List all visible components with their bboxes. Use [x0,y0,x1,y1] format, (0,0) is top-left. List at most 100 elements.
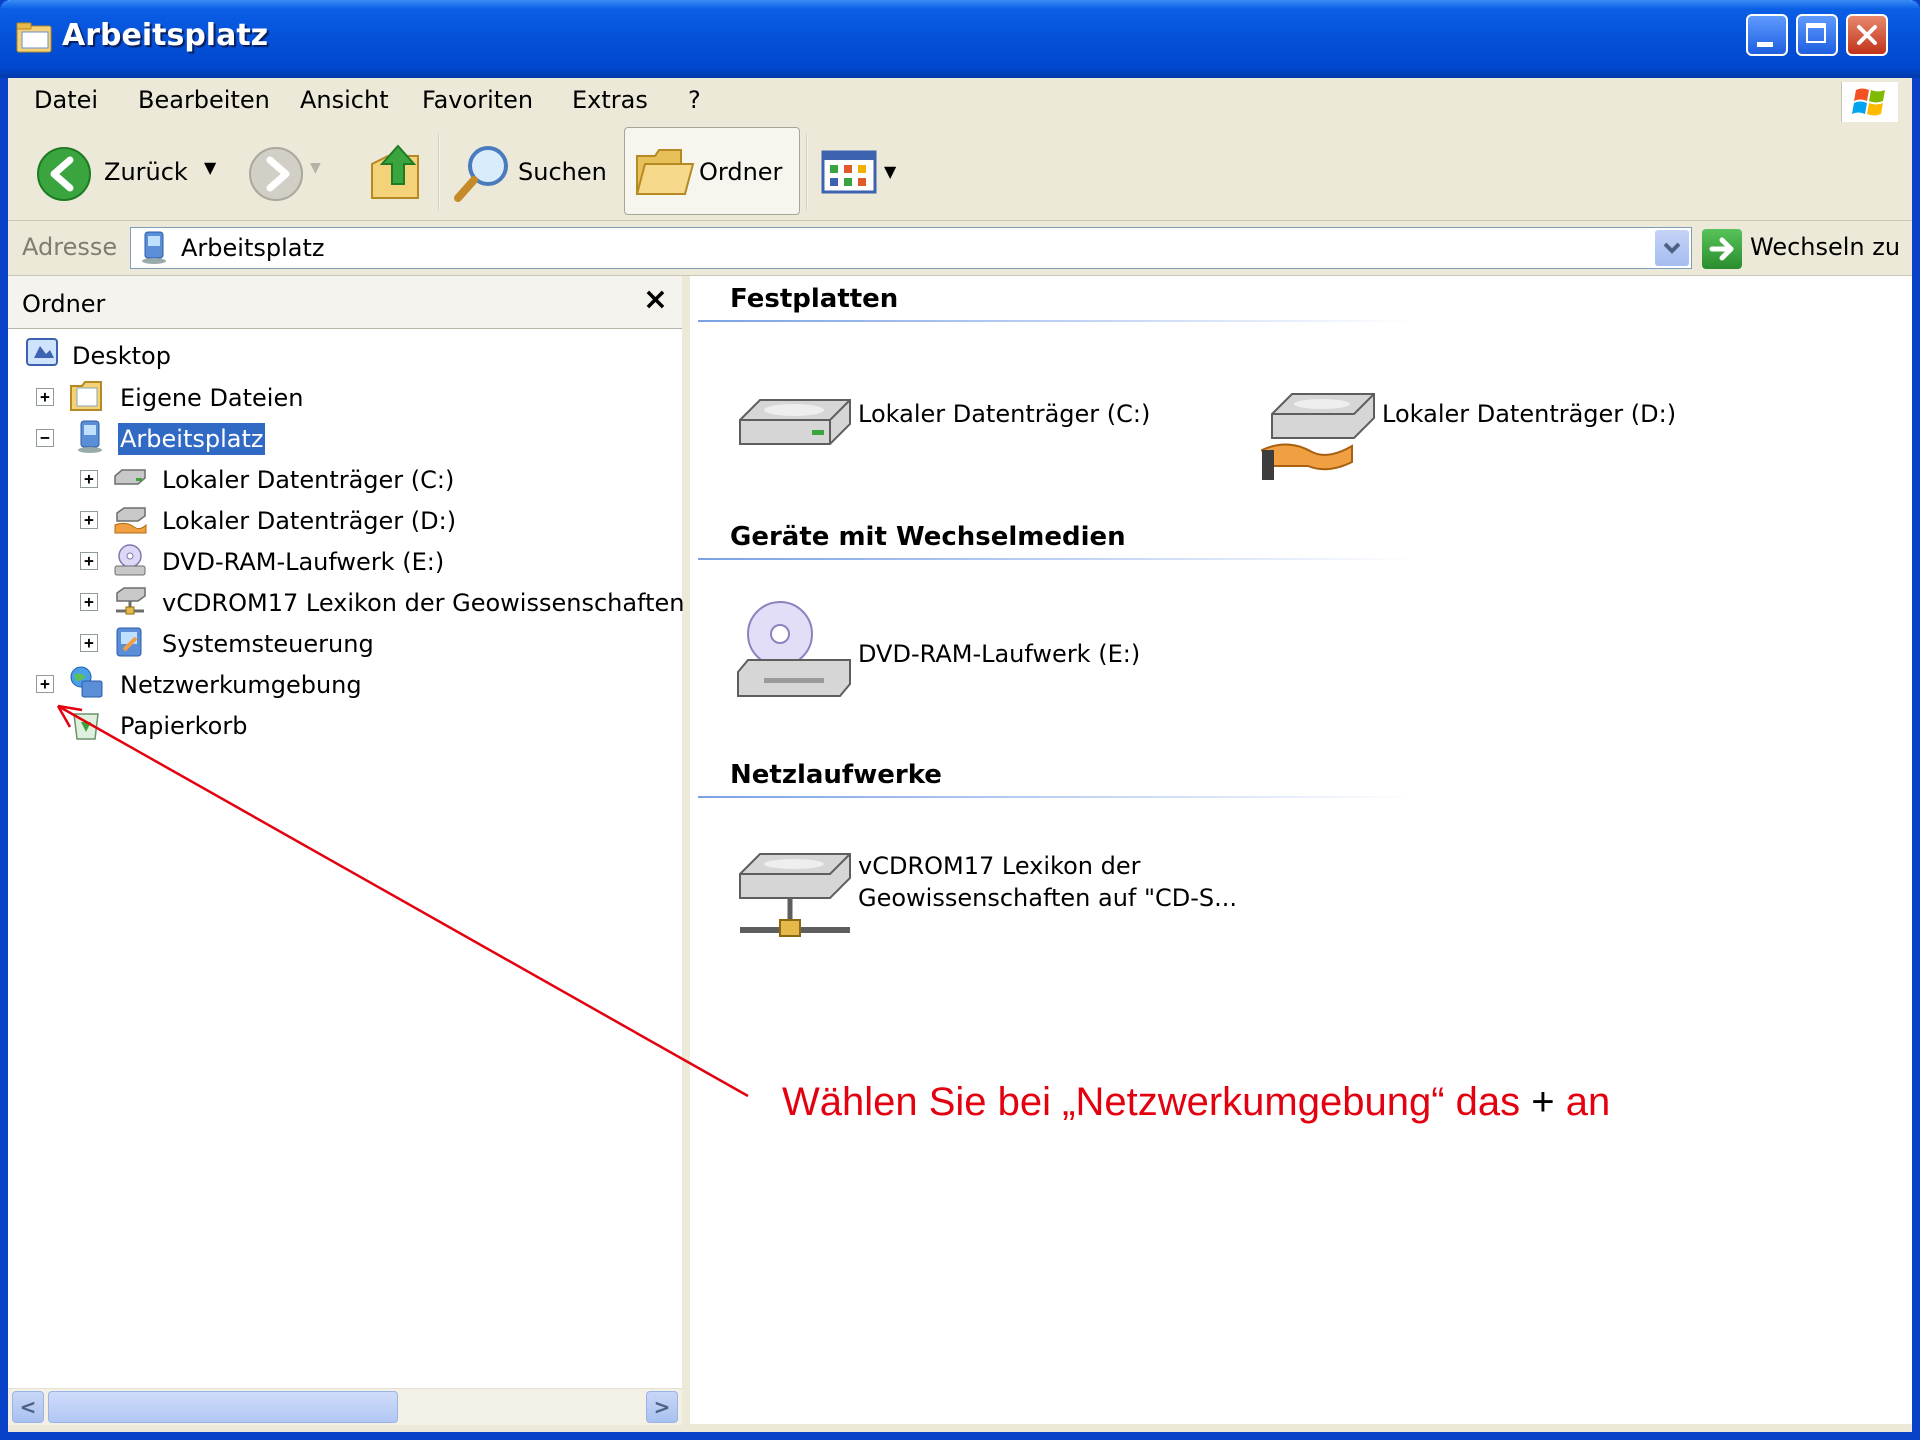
network-drive-icon [116,587,146,615]
collapse-button[interactable]: − [36,429,54,447]
folders-pane: Ordner × Desktop + Eigene Dateien − Arbe… [8,276,707,1425]
tree-item-label: Eigene Dateien [120,384,304,412]
standard-toolbar: Zurück ▼ ▼ Suchen Ordner ▼ [8,124,1912,221]
menu-extras[interactable]: Extras [568,82,652,118]
expand-button[interactable]: + [80,593,98,611]
folders-button[interactable]: Ordner [624,127,800,215]
forward-button[interactable]: ▼ [244,140,336,204]
hard-drive-icon [739,399,851,445]
annotation-text: Wählen Sie bei „Netzwerkumgebung“ das + … [782,1080,1610,1125]
network-drive-label-line1: vCDROM17 Lexikon der [858,852,1141,880]
scroll-right-icon[interactable]: > [646,1391,678,1423]
network-drive-icon [739,853,851,937]
go-arrow-icon [1709,237,1734,261]
windows-logo [1841,82,1898,122]
close-button[interactable] [1846,14,1888,56]
minimize-icon [1757,42,1773,47]
tree-item-label: Desktop [72,342,171,370]
folders-pane-header: Ordner × [8,276,682,329]
group-title-wechselmedien: Geräte mit Wechselmedien [730,522,1126,552]
dvd-drive-icon [737,601,851,697]
window-title: Arbeitsplatz [62,18,269,53]
scroll-left-icon[interactable]: < [12,1391,44,1423]
views-icon [821,150,877,194]
toolbar-separator [806,134,808,210]
menu-help[interactable]: ? [684,82,705,118]
horizontal-scrollbar[interactable]: < > [8,1388,682,1425]
expand-button[interactable]: + [80,634,98,652]
group-divider [698,320,1418,322]
folder-icon [635,149,695,195]
shared-drive-icon [1260,393,1375,480]
search-button[interactable]: Suchen [448,140,608,204]
tree-item-label: Arbeitsplatz [118,423,266,455]
shared-drive-icon [114,507,147,534]
expand-button[interactable]: + [80,470,98,488]
folders-pane-title: Ordner [22,290,106,318]
annotation-plus: + [1531,1080,1555,1124]
menu-ansicht[interactable]: Ansicht [296,82,393,118]
tree-item-label: Lokaler Datenträger (C:) [162,466,455,494]
my-computer-icon [142,231,166,264]
annotation-text-after: an [1565,1080,1611,1124]
group-title-festplatten: Festplatten [730,284,899,314]
go-button[interactable] [1702,229,1742,269]
close-icon [1857,25,1877,45]
maximize-button[interactable] [1796,14,1838,56]
back-arrow-icon [37,147,91,201]
back-button[interactable]: Zurück ▼ [28,140,228,204]
address-value: Arbeitsplatz [181,234,325,262]
forward-dropdown-icon: ▼ [310,160,321,176]
close-icon[interactable]: × [643,282,668,317]
tree-item-label: Netzwerkumgebung [120,671,362,699]
chevron-down-icon [1663,242,1681,254]
dvd-drive-icon [114,544,146,576]
address-dropdown-button[interactable] [1655,230,1689,266]
expand-button[interactable]: + [36,675,54,693]
hard-drive-icon [114,469,146,485]
network-drive-label-line2: Geowissenschaften auf "CD-S... [858,884,1238,912]
my-documents-icon [70,381,102,411]
views-button[interactable]: ▼ [820,148,906,198]
group-title-netzlaufwerke: Netzlaufwerke [730,760,942,790]
back-dropdown-icon[interactable]: ▼ [204,158,216,177]
search-icon [454,146,508,202]
dvd-drive-label: DVD-RAM-Laufwerk (E:) [858,640,1141,668]
go-label[interactable]: Wechseln zu [1750,233,1900,261]
windows-flag-icon [1852,88,1885,116]
control-panel-icon [116,627,142,657]
network-places-icon [70,666,103,698]
drive-d-label: Lokaler Datenträger (D:) [1382,400,1677,428]
scrollbar-thumb[interactable] [48,1391,398,1423]
folders-label: Ordner [699,158,783,186]
maximize-icon [1806,23,1826,43]
address-bar: Adresse Arbeitsplatz Wechseln zu [8,221,1912,276]
desktop-icon [26,338,58,366]
tree-item-label: Papierkorb [120,712,248,740]
up-folder-icon[interactable] [368,142,424,202]
back-label: Zurück [104,158,188,186]
recycle-bin-icon [73,713,99,740]
tree-item-label: DVD-RAM-Laufwerk (E:) [162,548,445,576]
explorer-window: Arbeitsplatz Datei Bearbeiten Ansicht Fa… [0,0,1920,1440]
views-dropdown-icon: ▼ [884,162,897,181]
menu-favoriten[interactable]: Favoriten [418,82,537,118]
menu-bar: Datei Bearbeiten Ansicht Favoriten Extra… [8,78,1912,125]
address-label: Adresse [22,233,118,261]
address-input[interactable]: Arbeitsplatz [130,227,1692,269]
my-computer-icon [78,420,102,453]
content-pane: Festplatten Lokaler Datenträger (C:) Lok… [690,276,1912,1424]
title-bar[interactable]: Arbeitsplatz [0,0,1920,78]
expand-button[interactable]: + [80,552,98,570]
drive-c-label: Lokaler Datenträger (C:) [858,400,1151,428]
expand-button[interactable]: + [36,388,54,406]
toolbar-separator [438,134,440,210]
search-label: Suchen [518,158,607,186]
tree-item-label: Lokaler Datenträger (D:) [162,507,457,535]
expand-button[interactable]: + [80,511,98,529]
minimize-button[interactable] [1746,14,1788,56]
menu-datei[interactable]: Datei [30,82,102,118]
tree-item-label: vCDROM17 Lexikon der Geowissenschaften a [162,589,707,617]
annotation-text-before: Wählen Sie bei „Netzwerkumgebung“ das [782,1080,1521,1124]
menu-bearbeiten[interactable]: Bearbeiten [134,82,274,118]
